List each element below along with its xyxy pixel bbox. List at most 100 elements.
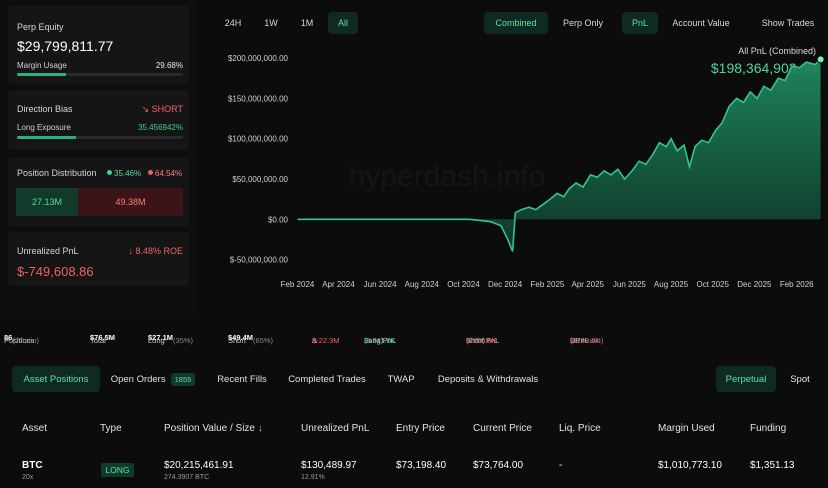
tab-perpetual[interactable]: Perpetual — [716, 366, 776, 392]
short-dot-icon — [148, 170, 153, 175]
stat-short: Short $49.4M (65%) — [228, 333, 273, 345]
header-margin-used[interactable]: Margin Used — [658, 423, 715, 434]
direction-bias-card: Direction Bias ↘ SHORT Long Exposure 35.… — [8, 90, 189, 150]
tab-open-orders-label: Open Orders — [110, 373, 166, 385]
y-tick-label: $200,000,000.00 — [228, 54, 289, 63]
position-distribution-card: Position Distribution 35.46% 64.54% 27.1… — [8, 158, 189, 226]
header-current-price[interactable]: Current Price — [473, 423, 532, 434]
range-24h-button[interactable]: 24H — [218, 12, 248, 34]
stat-long-pnl-sub: (5.5x) — [364, 336, 384, 345]
short-pct: 64.54% — [148, 169, 182, 178]
row-liq-price: - — [559, 460, 563, 471]
latest-point-marker[interactable] — [816, 55, 825, 64]
row-entry-price: $73,198.40 — [396, 460, 447, 471]
row-roe: 12.91% — [301, 474, 325, 481]
combined-button[interactable]: Combined — [484, 12, 548, 34]
range-1w-button[interactable]: 1W — [256, 12, 286, 34]
pnl-chart: hyperdash.info $200,000,000.00 $150,000,0… — [197, 36, 828, 318]
y-tick-label: $150,000,000.00 — [228, 94, 289, 103]
margin-usage-label: Margin Usage — [17, 61, 67, 70]
tab-spot[interactable]: Spot — [782, 366, 818, 392]
x-tick-label: Dec 2025 — [737, 280, 772, 289]
perp-equity-label: Perp Equity — [17, 22, 64, 32]
header-funding[interactable]: Funding — [750, 423, 786, 434]
unrealized-pnl-card: Unrealized PnL ↓ 8.48% ROE $-749,608.86 — [8, 232, 189, 286]
header-position-value[interactable]: Position Value / Size ↓ — [164, 423, 263, 434]
stat-short-sub: (65%) — [253, 336, 274, 345]
trend-down-icon: ↘ — [141, 104, 152, 114]
x-tick-label: Feb 2026 — [780, 280, 814, 289]
x-tick-label: Feb 2025 — [531, 280, 565, 289]
stat-positions: Positions 86 (27 win) — [4, 333, 39, 345]
pnl-chart-svg: hyperdash.info $200,000,000.00 $150,000,0… — [228, 54, 825, 289]
y-tick-label: $100,000,000.00 — [228, 135, 289, 144]
header-liq-price[interactable]: Liq. Price — [559, 423, 601, 434]
row-margin-used: $1,010,773.10 — [658, 460, 722, 471]
x-tick-label: Oct 2025 — [696, 280, 729, 289]
x-tick-label: Dec 2024 — [488, 280, 523, 289]
x-tick-label: Jun 2025 — [613, 280, 646, 289]
margin-usage-bar-fill — [17, 73, 67, 76]
stat-total-label: Total — [90, 336, 106, 345]
header-entry-price[interactable]: Entry Price — [396, 423, 445, 434]
range-all-button[interactable]: All — [328, 12, 358, 34]
long-exposure-bar-fill — [17, 136, 76, 139]
show-trades-button[interactable]: Show Trades — [754, 12, 822, 34]
perp-equity-card: Perp Equity $29,799,811.77 Margin Usage … — [8, 6, 189, 84]
direction-bias-value: ↘ SHORT — [142, 104, 183, 115]
stat-total: Total $76.5M — [90, 333, 115, 345]
short-pct-text: 64.54% — [155, 169, 183, 178]
header-asset[interactable]: Asset — [22, 423, 47, 434]
x-tick-label: Apr 2024 — [322, 280, 355, 289]
positions-tabs: Asset Positions Open Orders 1855 Recent F… — [0, 366, 828, 394]
header-type[interactable]: Type — [100, 423, 122, 434]
tab-asset-positions[interactable]: Asset Positions — [12, 366, 100, 392]
tab-recent-fills[interactable]: Recent Fills — [212, 366, 272, 392]
sort-down-icon: ↓ — [257, 423, 263, 434]
row-unrealized-pnl: $130,489.97 — [301, 460, 357, 471]
tab-deposits-withdrawals[interactable]: Deposits & Withdrawals — [432, 366, 544, 392]
account-value-button[interactable]: Account Value — [664, 12, 738, 34]
long-exposure-bar — [17, 136, 183, 139]
y-tick-label: $-50,000,000.00 — [230, 256, 289, 265]
row-asset[interactable]: BTC — [22, 460, 43, 471]
roe-value: ↓ 8.48% ROE — [128, 246, 183, 256]
long-value-box: 27.13M — [16, 188, 78, 216]
stat-long-sub: (35%) — [173, 336, 194, 345]
unrealized-pnl-value: $-749,608.86 — [17, 264, 94, 279]
unrealized-pnl-label: Unrealized PnL — [17, 246, 79, 256]
x-tick-label: Apr 2025 — [572, 280, 605, 289]
stat-short-pnl-sub: (6.6x) — [466, 336, 486, 345]
y-tick-label: $0.00 — [268, 215, 289, 224]
roe-text: 8.48% ROE — [135, 246, 183, 256]
header-position-value-label: Position Value / Size — [164, 423, 255, 434]
y-tick-label: $50,000,000.00 — [232, 175, 288, 184]
long-dot-icon — [107, 170, 112, 175]
margin-usage-bar — [17, 73, 183, 76]
row-leverage: 20x — [22, 474, 34, 481]
tab-completed-trades[interactable]: Completed Trades — [284, 366, 370, 392]
x-tick-label: Aug 2024 — [405, 280, 440, 289]
row-type-badge: LONG — [101, 463, 134, 477]
stat-delta-value: $-22.3M — [312, 336, 340, 345]
stats-bar: Positions 86 (27 win) Total $76.5M Long … — [0, 330, 828, 346]
perp-equity-value: $29,799,811.77 — [17, 38, 114, 54]
stat-upnl-sub: (31% win) — [570, 336, 604, 345]
range-1m-button[interactable]: 1M — [292, 12, 322, 34]
tab-twap[interactable]: TWAP — [382, 366, 420, 392]
tab-open-orders[interactable]: Open Orders 1855 — [106, 366, 200, 392]
margin-usage-value: 29.68% — [155, 61, 183, 70]
header-unrealized-pnl[interactable]: Unrealized PnL — [301, 423, 369, 434]
direction-bias-label: Direction Bias — [17, 104, 73, 114]
long-pct: 35.46% — [107, 169, 141, 178]
position-distribution-label: Position Distribution — [17, 168, 97, 178]
stat-long: Long $27.1M (35%) — [148, 333, 193, 345]
long-exposure-label: Long Exposure — [17, 123, 71, 132]
perp-only-button[interactable]: Perp Only — [556, 12, 610, 34]
long-exposure-value: 35.456942% — [138, 123, 183, 132]
pnl-button[interactable]: PnL — [622, 12, 658, 34]
short-value-box: 49.38M — [78, 188, 183, 216]
row-position-value: $20,215,461.91 — [164, 460, 234, 471]
watermark: hyperdash.info — [349, 160, 546, 193]
x-tick-label: Jun 2024 — [364, 280, 397, 289]
